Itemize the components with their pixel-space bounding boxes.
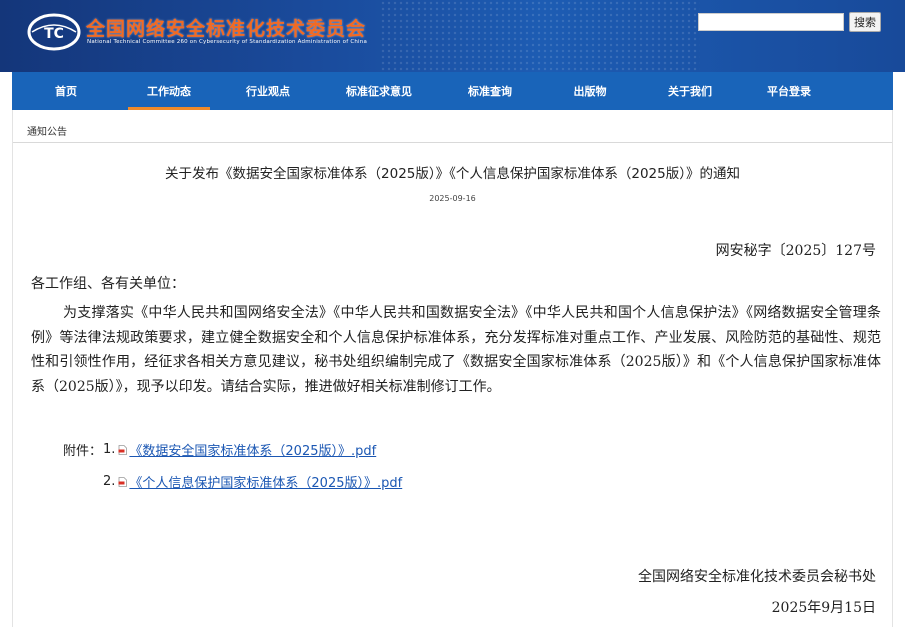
- article-title: 关于发布《数据安全国家标准体系（2025版）》《个人信息保护国家标准体系（202…: [165, 166, 740, 182]
- attachment-link-personal-info[interactable]: 《个人信息保护国家标准体系（2025版）》.pdf: [129, 472, 402, 491]
- nav-item-platform-login[interactable]: 平台登录: [740, 72, 838, 110]
- site-subtitle: National Technical Committee 260 on Cybe…: [87, 39, 368, 45]
- nav-item-industry-views[interactable]: 行业观点: [218, 72, 318, 110]
- pdf-file-icon: [118, 476, 128, 487]
- nav-item-home[interactable]: 首页: [12, 72, 120, 110]
- nav-item-publications[interactable]: 出版物: [540, 72, 640, 110]
- nav-item-work-news[interactable]: 工作动态: [120, 72, 218, 110]
- attachment-number: 1.: [103, 442, 116, 457]
- attachment-link-data-security[interactable]: 《数据安全国家标准体系（2025版）》.pdf: [129, 440, 376, 459]
- salutation: 各工作组、各有关单位：: [31, 276, 185, 292]
- article-date: 2025-09-16: [429, 194, 476, 203]
- nav-item-standard-comments[interactable]: 标准征求意见: [318, 72, 440, 110]
- nav-item-about-us[interactable]: 关于我们: [640, 72, 740, 110]
- site-title[interactable]: 全国网络安全标准化技术委员会: [86, 14, 366, 41]
- search-button[interactable]: 搜索: [849, 12, 881, 32]
- search-input[interactable]: [698, 13, 844, 31]
- attachment-number: 2.: [103, 474, 116, 489]
- body-paragraph: 为支撑落实《中华人民共和国网络安全法》《中华人民共和国数据安全法》《中华人民共和…: [31, 305, 881, 395]
- breadcrumb: 通知公告: [13, 110, 892, 143]
- logo-text: TC: [44, 26, 64, 42]
- banner-world-map-pattern: [380, 0, 700, 72]
- breadcrumb-link-notices[interactable]: 通知公告: [27, 127, 67, 138]
- attachment-item: 1. 《数据安全国家标准体系（2025版）》.pdf: [103, 440, 376, 459]
- attachments-label: 附件：: [63, 444, 103, 459]
- header-banner: TC 全国网络安全标准化技术委员会 National Technical Com…: [0, 0, 905, 72]
- signature: 全国网络安全标准化技术委员会秘书处: [638, 569, 876, 585]
- main-nav: 首页 工作动态 行业观点 标准征求意见 标准查询 出版物 关于我们 平台登录: [12, 72, 893, 110]
- attachment-item: 2. 《个人信息保护国家标准体系（2025版）》.pdf: [103, 472, 402, 491]
- nav-item-standard-search[interactable]: 标准查询: [440, 72, 540, 110]
- tc-logo-icon[interactable]: TC: [26, 12, 82, 52]
- pdf-file-icon: [118, 444, 128, 455]
- signature-date: 2025年9月15日: [771, 600, 876, 616]
- content-panel: 通知公告 关于发布《数据安全国家标准体系（2025版）》《个人信息保护国家标准体…: [12, 110, 893, 627]
- document-number: 网安秘字〔2025〕127号: [715, 243, 876, 259]
